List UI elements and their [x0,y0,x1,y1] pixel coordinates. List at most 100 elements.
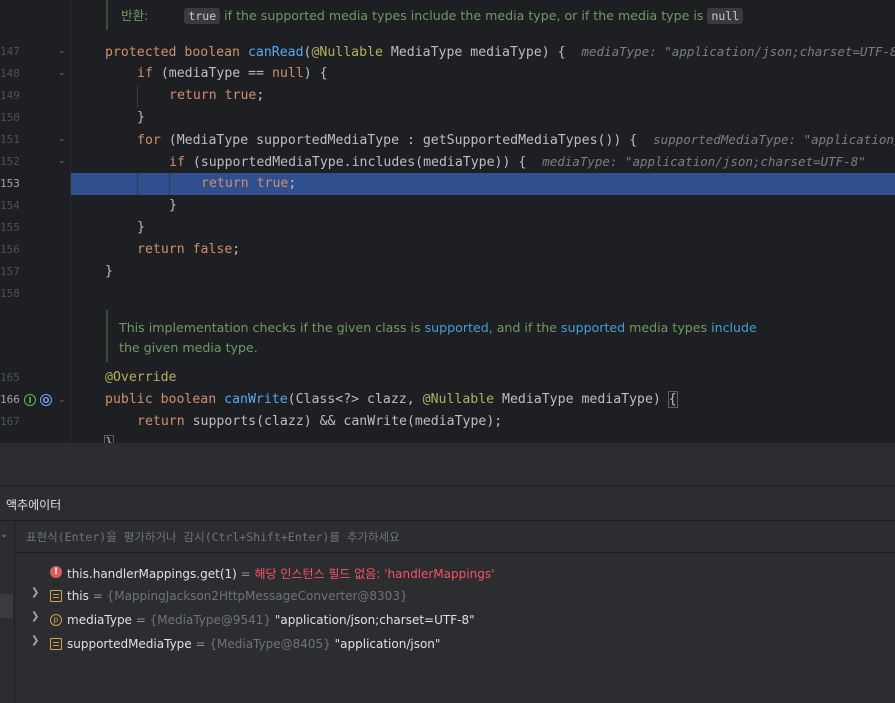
keyword: null [271,66,304,81]
doc-comment-returns: 반환: true if the supported media types in… [121,6,744,26]
keyword: return [169,88,217,103]
field-icon [50,590,62,602]
fold-chevron-icon[interactable]: ⌄ [58,395,66,405]
code-line-165[interactable]: @Override [105,367,176,389]
implements-icon[interactable]: I [24,394,36,406]
doc-returns-label: 반환: [121,8,149,23]
line-number[interactable]: 157 [0,265,20,278]
line-number[interactable]: 154 [0,199,20,212]
code-line-167[interactable]: return supports(clazz) && canWrite(media… [137,411,502,433]
fold-chevron-icon[interactable]: ⌄ [58,134,66,144]
expand-arrow-icon[interactable]: ❯ [31,587,39,598]
code-text: (Class<?> clazz, [287,392,423,407]
code-line-155[interactable]: } [137,217,145,239]
line-number[interactable]: 158 [0,287,20,300]
fold-chevron-icon[interactable]: ⌄ [58,46,66,56]
line-number[interactable]: 152 [0,155,20,168]
code-line-154[interactable]: } [169,195,177,217]
equals-sign: = [236,567,255,581]
variable-type: {MappingJackson2HttpMessageConverter@830… [106,589,408,603]
gutter-divider [70,0,71,443]
code-line-148[interactable]: if (mediaType == null) { [137,63,328,85]
keyword: for [137,133,161,148]
line-number[interactable]: 150 [0,111,20,124]
variable-row-mediatype[interactable]: ❯ p mediaType = {MediaType@9541} "applic… [16,608,895,632]
code-text: (MediaType supportedMediaType : getSuppo… [160,133,638,148]
doc-link[interactable]: supported [425,320,489,335]
code-line-149[interactable]: return true; [169,85,264,107]
evaluate-expression-input[interactable]: 표현식(Enter)을 평가하거나 감시(Ctrl+Shift+Enter)를 … [16,521,895,553]
method-name: canWrite [224,392,288,407]
method-name: canRead [247,45,304,60]
doc-link[interactable]: include [711,320,757,335]
doc-link[interactable]: supported [561,320,625,335]
variable-row-this[interactable]: ❯ this = {MappingJackson2HttpMessageConv… [16,584,895,608]
keyword: true [256,176,289,191]
line-number-current[interactable]: 153 [0,177,20,190]
indent-guide [169,173,170,195]
keyword: return [201,176,249,191]
fold-chevron-icon[interactable]: ⌄ [58,156,66,166]
code-text: ) { [303,66,328,81]
code-text: (mediaType == [152,66,272,81]
code-line-166[interactable]: public boolean canWrite(Class<?> clazz, … [105,389,678,411]
watch-name: this.handlerMappings.get(1) [67,567,237,581]
inline-value-hint: mediaType: "application/json;charset=UTF… [581,44,895,59]
panel-left-toolbar: ⌄ [0,521,15,703]
variable-name: this [67,589,89,603]
doc-text: , and if the [488,320,558,335]
code-text: ; [288,176,297,191]
doc-text: media types [629,320,708,335]
code-line-156[interactable]: return false; [137,239,240,261]
variable-type: {MediaType@8405} [209,637,331,651]
matched-brace: { [667,391,678,408]
line-number[interactable]: 155 [0,221,20,234]
indent-guide [137,85,138,107]
watch-error-message: 해당 인스턴스 필드 없음: 'handlerMappings' [254,567,495,581]
annotation: @Nullable [422,392,495,407]
doc-comment-bar [106,310,108,362]
line-number[interactable]: 151 [0,133,20,146]
code-text: supports(clazz) && canWrite(mediaType); [184,414,503,429]
code-text: } [105,264,113,279]
line-number[interactable]: 148 [0,67,20,80]
line-number[interactable]: 147 [0,45,20,58]
evaluate-expression-placeholder: 표현식(Enter)을 평가하거나 감시(Ctrl+Shift+Enter)를 … [26,530,400,544]
line-number[interactable]: 166 [0,393,20,406]
line-number[interactable]: 167 [0,415,20,428]
code-text: ; [232,242,241,257]
code-line-152[interactable]: if (supportedMediaType.includes(mediaTyp… [169,151,866,174]
strip-chevron-icon[interactable]: ⌄ [0,529,8,540]
fold-chevron-icon[interactable]: ⌄ [58,68,66,78]
doc-returns-text: if the supported media types include the… [224,8,704,23]
code-line-157[interactable]: } [105,261,113,283]
code-line-151[interactable]: for (MediaType supportedMediaType : getS… [137,129,895,152]
overrides-icon[interactable]: O [40,394,52,406]
expand-arrow-icon[interactable]: ❯ [31,635,39,646]
toolbar-stripe [0,443,895,486]
code-line-153[interactable]: return true; [201,173,296,195]
variable-row-supportedmediatype[interactable]: ❯ supportedMediaType = {MediaType@8405} … [16,632,895,656]
watches-panel[interactable]: 액추에이터 ⌄ 표현식(Enter)을 평가하거나 감시(Ctrl+Shift+… [0,486,895,703]
doc-comment-bar [106,0,108,30]
expand-arrow-icon[interactable]: ❯ [31,611,39,622]
code-text: } [137,220,145,235]
strip-active-item[interactable] [0,594,13,618]
watch-row[interactable]: ! this.handlerMappings.get(1) = 해당 인스턴스 … [16,560,895,584]
code-text: } [137,110,145,125]
variable-value: "application/json;charset=UTF-8" [274,613,475,627]
code-text: MediaType mediaType) { [382,45,566,60]
line-number[interactable]: 165 [0,371,20,384]
code-line-150[interactable]: } [137,107,145,129]
line-number[interactable]: 156 [0,243,20,256]
variable-type: {MediaType@9541} [149,613,272,627]
code-text: (supportedMediaType.includes(mediaType))… [184,155,527,170]
parameter-icon: p [50,614,62,626]
inline-value-hint: mediaType: "application/json;charset=UTF… [542,154,866,169]
annotation: @Nullable [311,45,383,60]
error-icon: ! [50,566,62,578]
equals-sign: = [88,589,107,603]
code-line-147[interactable]: protected boolean canRead(@Nullable Medi… [105,41,895,64]
code-editor[interactable]: 반환: true if the supported media types in… [0,0,895,443]
line-number[interactable]: 149 [0,89,20,102]
